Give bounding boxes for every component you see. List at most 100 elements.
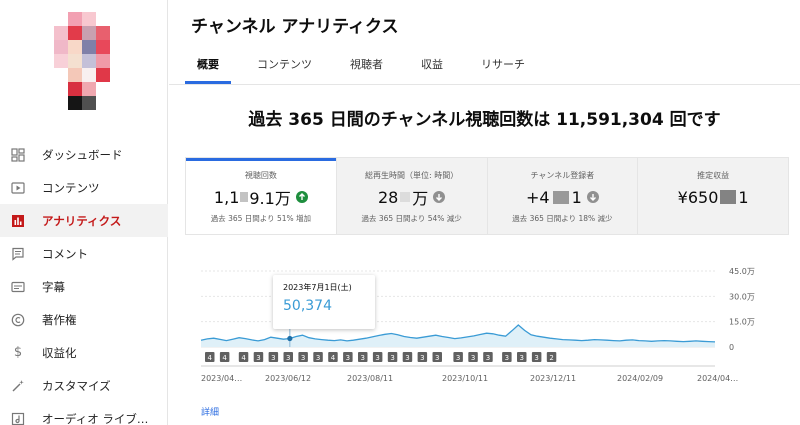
- sidebar-item-label: 著作権: [42, 312, 77, 327]
- annotation-badge-label: 3: [456, 354, 460, 362]
- x-tick-label: 2023/08/11: [347, 374, 393, 383]
- metric-value: +4 1: [488, 187, 638, 207]
- sidebar-item-monetization[interactable]: $ 収益化: [0, 336, 168, 369]
- annotation-badge-label: 3: [271, 354, 275, 362]
- metric-value: 1,1 9.1万: [186, 187, 336, 208]
- redacted-mark: [240, 192, 249, 202]
- sidebar-item-analytics[interactable]: アナリティクス: [0, 204, 168, 237]
- annotation-badge-label: 4: [331, 354, 336, 362]
- annotation-badge-label: 3: [405, 354, 409, 362]
- details-link[interactable]: 詳細: [201, 405, 219, 418]
- annotation-badge-label: 3: [375, 354, 379, 362]
- chart-tooltip: 2023年7月1日(土) 50,374: [273, 275, 375, 329]
- annotation-badge-label: 3: [486, 354, 490, 362]
- annotation-badge-label: 3: [420, 354, 424, 362]
- sidebar-item-label: ダッシュボード: [42, 147, 123, 162]
- x-tick-label: 2024/04…: [697, 374, 738, 383]
- y-tick-label: 45.0万: [729, 267, 755, 276]
- content-icon: [10, 180, 26, 196]
- x-tick-label: 2023/12/11: [530, 374, 576, 383]
- tab-audience[interactable]: 視聴者: [338, 50, 395, 84]
- metric-cards: 視聴回数 1,1 9.1万 過去 365 日間より 51% 増加 総再生時間（単…: [185, 157, 789, 235]
- redacted-mark: [400, 192, 411, 202]
- annotation-badge-label: 3: [286, 354, 290, 362]
- metric-value-part: 1: [738, 187, 749, 207]
- sidebar-item-copyright[interactable]: 著作権: [0, 303, 168, 336]
- annotation-badge-label: 2: [549, 354, 553, 362]
- sidebar-item-comments[interactable]: コメント: [0, 237, 168, 270]
- sidebar-item-dashboard[interactable]: ダッシュボード: [0, 138, 168, 171]
- x-tick-label: 2023/04…: [201, 374, 242, 383]
- sidebar-item-label: オーディオ ライブ…: [42, 411, 149, 425]
- tooltip-value: 50,374: [283, 298, 332, 314]
- metric-comparison: 過去 365 日間より 18% 減少: [512, 214, 613, 223]
- annotation-badge-label: 3: [346, 354, 350, 362]
- sidebar-item-label: 収益化: [42, 345, 77, 360]
- main-content: チャンネル アナリティクス 概要 コンテンツ 視聴者 収益 リサーチ 過去 36…: [169, 0, 800, 425]
- metric-label: 視聴回数: [244, 171, 277, 180]
- redacted-mark: [720, 190, 737, 204]
- channel-avatar[interactable]: [40, 12, 116, 112]
- trend-down-icon: [433, 191, 446, 203]
- annotation-badge-label: 3: [435, 354, 439, 362]
- metric-value-part: 1: [571, 187, 582, 207]
- annotation-badge-label: 3: [301, 354, 305, 362]
- tab-overview[interactable]: 概要: [185, 50, 231, 84]
- dollar-icon: $: [13, 345, 23, 360]
- sidebar-nav: ダッシュボード コンテンツ アナリティクス コメント 字幕 著作権 $ 収益化 …: [0, 138, 168, 425]
- metric-value-part: 万: [412, 189, 429, 208]
- metric-value-part: 9.1万: [249, 189, 291, 208]
- tab-content[interactable]: コンテンツ: [245, 50, 324, 84]
- annotation-badge-label: 4: [222, 354, 227, 362]
- comment-icon: [10, 246, 26, 262]
- analytics-tabs: 概要 コンテンツ 視聴者 収益 リサーチ: [185, 50, 551, 84]
- metric-card-revenue[interactable]: 推定収益 ¥650 1: [637, 158, 788, 234]
- sidebar-item-customize[interactable]: カスタマイズ: [0, 369, 168, 402]
- metric-label: 総再生時間（単位: 時間）: [365, 171, 459, 180]
- metric-value-part: ¥650: [677, 187, 719, 207]
- chart-highlight-point: [287, 335, 293, 342]
- annotation-badge-label: 3: [256, 354, 260, 362]
- metric-comparison: 過去 365 日間より 54% 減少: [361, 214, 462, 223]
- sidebar-item-subtitles[interactable]: 字幕: [0, 270, 168, 303]
- metric-value: ¥650 1: [638, 187, 788, 207]
- y-tick-label: 15.0万: [729, 318, 755, 327]
- annotation-badge-label: 4: [208, 354, 213, 362]
- tabs-divider: [169, 84, 800, 85]
- sidebar-item-content[interactable]: コンテンツ: [0, 171, 168, 204]
- audio-library-icon: [10, 411, 26, 425]
- trend-down-icon: [586, 191, 599, 203]
- annotation-badge-label: 3: [316, 354, 320, 362]
- magic-wand-icon: [10, 378, 26, 394]
- sidebar-item-label: カスタマイズ: [42, 378, 111, 393]
- metric-value-part: +4: [525, 187, 550, 207]
- x-tick-label: 2024/02/09: [617, 374, 663, 383]
- sidebar-item-label: 字幕: [42, 279, 65, 294]
- metric-value-part: 28: [377, 187, 399, 207]
- metric-label: 推定収益: [697, 171, 730, 180]
- tab-research[interactable]: リサーチ: [469, 50, 537, 84]
- sidebar-item-audio-library[interactable]: オーディオ ライブ…: [0, 402, 168, 425]
- annotation-badge-label: 3: [505, 354, 509, 362]
- annotation-badge-label: 4: [241, 354, 246, 362]
- sidebar: ダッシュボード コンテンツ アナリティクス コメント 字幕 著作権 $ 収益化 …: [0, 0, 168, 425]
- metric-card-watch-time[interactable]: 総再生時間（単位: 時間） 28 万 過去 365 日間より 54% 減少: [335, 158, 487, 234]
- metric-value: 28 万: [337, 187, 487, 208]
- x-tick-label: 2023/06/12: [265, 374, 311, 383]
- page-title: チャンネル アナリティクス: [191, 17, 399, 37]
- y-tick-label: 0: [729, 343, 734, 352]
- metric-card-views[interactable]: 視聴回数 1,1 9.1万 過去 365 日間より 51% 増加: [186, 158, 336, 234]
- annotation-badge-label: 3: [390, 354, 394, 362]
- tab-revenue[interactable]: 収益: [409, 50, 455, 84]
- tooltip-date: 2023年7月1日(土): [283, 283, 352, 292]
- annotation-badge-label: 3: [361, 354, 365, 362]
- metric-card-subscribers[interactable]: チャンネル登録者 +4 1 過去 365 日間より 18% 減少: [486, 158, 638, 234]
- views-headline: 過去 365 日間のチャンネル視聴回数は 11,591,304 回です: [248, 110, 721, 130]
- trend-up-icon: [295, 191, 308, 203]
- sidebar-item-label: コメント: [42, 246, 88, 261]
- y-tick-label: 30.0万: [729, 292, 755, 301]
- dashboard-icon: [10, 147, 26, 163]
- analytics-icon: [10, 213, 26, 229]
- sidebar-item-label: コンテンツ: [42, 180, 100, 195]
- metric-value-part: 1,1: [213, 187, 240, 207]
